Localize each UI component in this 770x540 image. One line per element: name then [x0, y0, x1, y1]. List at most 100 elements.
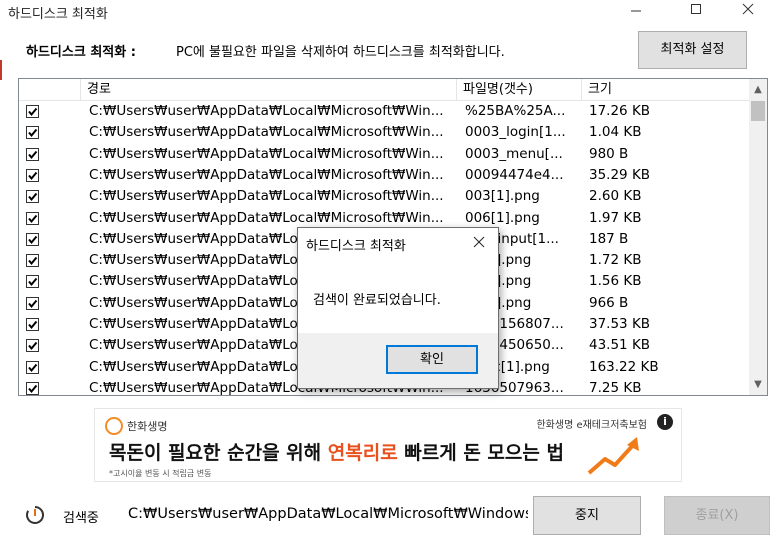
checkmark-icon — [28, 235, 38, 244]
row-checkbox[interactable] — [26, 275, 39, 289]
checkmark-icon — [28, 214, 38, 223]
cell-size: 35.29 KB — [589, 166, 651, 183]
row-checkbox[interactable] — [26, 168, 39, 182]
cell-size: 163.22 KB — [589, 358, 659, 375]
cell-path: C:₩Users₩user₩AppData₩Local₩Microsoft₩Wi… — [89, 166, 444, 183]
cell-size: 966 B — [589, 294, 629, 311]
cell-filename: 006[1].png — [465, 209, 540, 226]
headline-highlight: 연복리로 — [327, 442, 398, 464]
exit-button[interactable]: 종료(X) — [664, 496, 770, 535]
table-row[interactable]: C:₩Users₩user₩AppData₩Local₩Microsoft₩Wi… — [19, 101, 749, 122]
row-checkbox[interactable] — [26, 211, 39, 225]
scroll-up-icon[interactable]: ▲ — [749, 81, 767, 98]
section-description: PC에 불필요한 파일을 삭제하여 하드디스크를 최적화합니다. — [176, 45, 505, 60]
cell-size: 1.97 KB — [589, 209, 642, 226]
cell-filename: 0003_login[1... — [465, 124, 566, 141]
row-checkbox[interactable] — [26, 296, 39, 310]
cell-filename: 00094474e4... — [465, 166, 564, 183]
dialog-footer: 확인 — [298, 333, 498, 388]
checkmark-icon — [28, 193, 38, 202]
close-button[interactable] — [725, 0, 770, 24]
current-scan-path: C:₩Users₩user₩AppData₩Local₩Microsoft₩Wi… — [128, 506, 528, 522]
title-bar: 하드디스크 최적화 — [0, 0, 770, 24]
cell-size: 1.04 KB — [589, 124, 642, 141]
row-checkbox[interactable] — [26, 318, 39, 331]
checkmark-icon — [28, 342, 38, 351]
banner-product-text: 한화생명 e재테크저축보험 — [536, 420, 647, 431]
ok-button[interactable]: 확인 — [386, 345, 478, 374]
cell-path: C:₩Users₩user₩AppData₩Local₩Microsoft₩Wi… — [89, 124, 444, 141]
cell-size: 1.56 KB — [589, 273, 642, 290]
checkmark-icon — [28, 384, 38, 393]
table-row[interactable]: C:₩Users₩user₩AppData₩Local₩Microsoft₩Wi… — [19, 208, 749, 229]
checkmark-icon — [28, 299, 38, 308]
headline-part: 빠르게 돈 모으는 법 — [397, 442, 564, 464]
section-label: 하드디스크 최적화 : — [26, 45, 136, 60]
maximize-button[interactable] — [673, 0, 719, 24]
row-checkbox[interactable] — [26, 147, 39, 161]
loading-spinner-icon — [26, 506, 44, 524]
row-checkbox[interactable] — [26, 105, 39, 118]
checkmark-icon — [28, 129, 38, 138]
dialog-title: 하드디스크 최적화 — [306, 239, 406, 254]
headline-part: 목돈이 필요한 순간을 위해 — [109, 442, 328, 464]
checkmark-icon — [28, 320, 38, 330]
banner-headline: 목돈이 필요한 순간을 위해 연복리로 빠르게 돈 모으는 법 — [109, 438, 564, 465]
table-row[interactable]: C:₩Users₩user₩AppData₩Local₩Microsoft₩Wi… — [19, 186, 749, 207]
checkmark-icon — [28, 256, 38, 266]
maximize-icon — [691, 4, 701, 14]
scroll-thumb[interactable] — [751, 101, 765, 121]
vertical-scrollbar[interactable]: ▲ ▼ — [749, 79, 767, 395]
table-row[interactable]: C:₩Users₩user₩AppData₩Local₩Microsoft₩Wi… — [19, 165, 749, 186]
cell-size: 7.25 KB — [589, 379, 642, 396]
row-checkbox[interactable] — [26, 126, 39, 140]
table-header: 경로 파일명(갯수) 크기 — [19, 79, 749, 101]
rising-arrow-icon — [587, 437, 639, 475]
cell-size: 187 B — [589, 230, 629, 247]
column-header-filename[interactable]: 파일명(갯수) — [457, 79, 582, 100]
cell-size: 17.26 KB — [589, 103, 651, 119]
column-header-check[interactable] — [19, 79, 81, 100]
hanwha-logo-icon — [105, 417, 123, 435]
close-icon — [742, 3, 754, 15]
cell-size: 1.72 KB — [589, 252, 642, 269]
row-checkbox[interactable] — [26, 381, 39, 395]
minimize-button[interactable] — [613, 0, 659, 24]
window-title: 하드디스크 최적화 — [8, 7, 108, 22]
cell-filename: 0003_menu[... — [465, 145, 563, 162]
row-checkbox[interactable] — [26, 360, 39, 374]
cell-path: C:₩Users₩user₩AppData₩Local₩Microsoft₩Wi… — [89, 209, 444, 226]
column-header-path[interactable]: 경로 — [81, 79, 457, 100]
scroll-down-icon[interactable]: ▼ — [749, 376, 767, 393]
cell-size: 980 B — [589, 145, 629, 162]
ad-banner[interactable]: 한화생명 한화생명 e재테크저축보험 i 목돈이 필요한 순간을 위해 연복리로… — [94, 408, 682, 482]
optimize-settings-button[interactable]: 최적화 설정 — [638, 31, 747, 69]
cell-size: 43.51 KB — [589, 337, 651, 354]
table-row[interactable]: C:₩Users₩user₩AppData₩Local₩Microsoft₩Wi… — [19, 144, 749, 165]
column-header-size[interactable]: 크기 — [582, 79, 749, 100]
minimize-icon — [631, 10, 641, 12]
checkmark-icon — [28, 171, 38, 180]
cell-path: C:₩Users₩user₩AppData₩Local₩Microsoft₩Wi… — [89, 145, 444, 162]
info-icon[interactable]: i — [657, 414, 673, 430]
cell-path: C:₩Users₩user₩AppData₩Local₩Microsoft₩Wi… — [89, 103, 444, 119]
row-checkbox[interactable] — [26, 339, 39, 353]
stop-button[interactable]: 중지 — [533, 496, 641, 535]
dialog-message: 검색이 완료되었습니다. — [313, 293, 441, 308]
cell-filename: %25BA%25A... — [465, 103, 566, 119]
row-checkbox[interactable] — [26, 254, 39, 268]
table-row[interactable]: C:₩Users₩user₩AppData₩Local₩Microsoft₩Wi… — [19, 122, 749, 143]
row-checkbox[interactable] — [26, 232, 39, 246]
dialog-close-icon[interactable] — [470, 233, 488, 251]
banner-logo-text: 한화생명 — [127, 420, 168, 433]
cell-path: C:₩Users₩user₩AppData₩Local₩Microsoft₩Wi… — [89, 188, 444, 205]
checkmark-icon — [28, 150, 38, 159]
status-label: 검색중 — [63, 511, 99, 526]
row-checkbox[interactable] — [26, 190, 39, 204]
checkmark-icon — [28, 363, 38, 372]
checkmark-icon — [28, 107, 38, 117]
banner-fine-print: *고시이율 변동 시 적립금 변동 — [109, 469, 212, 478]
cell-size: 2.60 KB — [589, 188, 642, 205]
cell-filename: 003[1].png — [465, 188, 540, 205]
checkmark-icon — [28, 278, 38, 287]
